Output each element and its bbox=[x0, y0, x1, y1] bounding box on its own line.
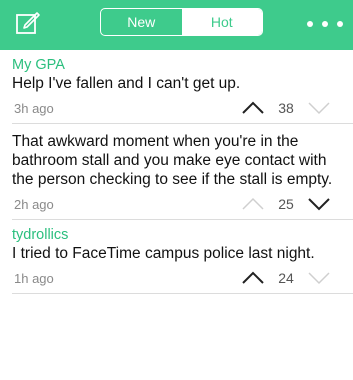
feed-toggle: New Hot bbox=[100, 8, 263, 36]
post-meta: 3h ago 38 bbox=[12, 93, 341, 123]
vote-controls: 38 bbox=[241, 93, 331, 123]
downvote-icon[interactable] bbox=[307, 271, 331, 285]
more-icon[interactable] bbox=[307, 14, 343, 34]
top-bar: New Hot bbox=[0, 0, 353, 50]
dot bbox=[307, 21, 313, 27]
post-feed: My GPA Help I've fallen and I can't get … bbox=[0, 50, 353, 294]
post-time: 2h ago bbox=[14, 196, 54, 212]
post-time: 3h ago bbox=[14, 100, 54, 116]
upvote-icon[interactable] bbox=[241, 101, 265, 115]
post-item[interactable]: My GPA Help I've fallen and I can't get … bbox=[0, 50, 353, 123]
vote-count: 24 bbox=[278, 270, 294, 286]
tab-hot[interactable]: Hot bbox=[181, 9, 262, 35]
vote-controls: 25 bbox=[241, 189, 331, 219]
post-meta: 2h ago 25 bbox=[12, 189, 341, 219]
dot bbox=[322, 21, 328, 27]
post-meta: 1h ago 24 bbox=[12, 263, 341, 293]
compose-icon[interactable] bbox=[15, 10, 41, 36]
vote-count: 38 bbox=[278, 100, 294, 116]
divider bbox=[12, 293, 353, 294]
post-text: Help I've fallen and I can't get up. bbox=[12, 75, 241, 92]
upvote-icon[interactable] bbox=[241, 271, 265, 285]
vote-count: 25 bbox=[278, 196, 294, 212]
dot bbox=[337, 21, 343, 27]
post-time: 1h ago bbox=[14, 270, 54, 286]
post-text: That awkward moment when you're in the b… bbox=[12, 133, 333, 188]
downvote-icon[interactable] bbox=[307, 101, 331, 115]
post-text: I tried to FaceTime campus police last n… bbox=[12, 245, 315, 262]
post-item[interactable]: That awkward moment when you're in the b… bbox=[0, 124, 353, 219]
post-author[interactable]: tydrollics bbox=[12, 226, 341, 244]
post-item[interactable]: tydrollics I tried to FaceTime campus po… bbox=[0, 220, 353, 293]
vote-controls: 24 bbox=[241, 263, 331, 293]
tab-new[interactable]: New bbox=[101, 9, 182, 35]
upvote-icon[interactable] bbox=[241, 197, 265, 211]
post-author[interactable]: My GPA bbox=[12, 56, 341, 74]
downvote-icon[interactable] bbox=[307, 197, 331, 211]
